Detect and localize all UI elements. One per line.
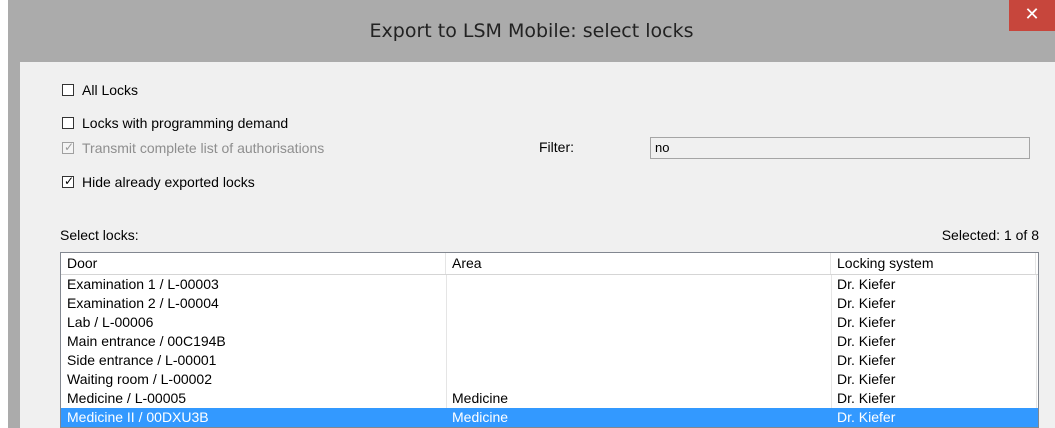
- table-row[interactable]: Side entrance / L-00001 Dr. Kiefer: [61, 351, 1038, 370]
- door-cell: Waiting room / L-00002: [67, 371, 212, 387]
- transmit-authorisations-checkbox: ✓: [62, 140, 75, 154]
- table-row[interactable]: Waiting room / L-00002 Dr. Kiefer: [61, 370, 1038, 389]
- column-header-locking-system[interactable]: Locking system: [831, 253, 1036, 274]
- locking-system-cell: Dr. Kiefer: [837, 409, 896, 425]
- title-bar[interactable]: Export to LSM Mobile: select locks ✕: [8, 0, 1055, 62]
- table-row[interactable]: Examination 1 / L-00003 Dr. Kiefer: [61, 275, 1038, 294]
- dialog-window: Export to LSM Mobile: select locks ✕ All…: [8, 0, 1055, 428]
- column-header-filler: [1036, 253, 1038, 274]
- table-row[interactable]: Main entrance / 00C194B Dr. Kiefer: [61, 332, 1038, 351]
- area-cell: Medicine: [452, 390, 509, 406]
- locking-system-cell: Dr. Kiefer: [837, 333, 896, 349]
- door-cell: Examination 2 / L-00004: [67, 295, 219, 311]
- programming-demand-label: Locks with programming demand: [82, 115, 289, 131]
- check-icon: ✓: [63, 140, 75, 154]
- filter-field[interactable]: no: [650, 137, 1030, 159]
- area-cell: [446, 351, 831, 370]
- area-cell: [446, 275, 831, 294]
- locking-system-cell: Dr. Kiefer: [837, 295, 896, 311]
- column-header-area[interactable]: Area: [446, 253, 831, 274]
- door-cell: Examination 1 / L-00003: [67, 276, 219, 292]
- locking-system-cell: Dr. Kiefer: [837, 276, 896, 292]
- column-header-door[interactable]: Door: [61, 253, 446, 274]
- area-cell: [446, 332, 831, 351]
- dialog-title: Export to LSM Mobile: select locks: [369, 20, 694, 42]
- transmit-authorisations-label: Transmit complete list of authorisations: [82, 140, 325, 156]
- door-cell: Medicine / L-00005: [67, 390, 187, 406]
- selected-count: Selected: 1 of 8: [941, 227, 1039, 243]
- table-row[interactable]: Lab / L-00006 Dr. Kiefer: [61, 313, 1038, 332]
- all-locks-option[interactable]: All Locks: [62, 81, 138, 99]
- select-locks-label: Select locks:: [60, 227, 139, 243]
- transmit-authorisations-option: ✓ Transmit complete list of authorisatio…: [62, 139, 324, 157]
- dialog-content: All Locks Locks with programming demand …: [20, 62, 1055, 428]
- all-locks-checkbox[interactable]: [62, 84, 74, 96]
- check-icon: ✓: [63, 174, 75, 188]
- table-row[interactable]: Examination 2 / L-00004 Dr. Kiefer: [61, 294, 1038, 313]
- table-row[interactable]: Medicine / L-00005 Medicine Dr. Kiefer: [61, 389, 1038, 408]
- locks-list[interactable]: Door Area Locking system Examination 1 /…: [60, 252, 1039, 428]
- all-locks-label: All Locks: [82, 82, 139, 98]
- locking-system-cell: Dr. Kiefer: [837, 352, 896, 368]
- door-cell: Side entrance / L-00001: [67, 352, 217, 368]
- close-icon: ✕: [1024, 4, 1040, 25]
- hide-exported-label: Hide already exported locks: [82, 174, 255, 190]
- programming-demand-option[interactable]: Locks with programming demand: [62, 114, 288, 132]
- door-cell: Lab / L-00006: [67, 314, 154, 330]
- hide-exported-checkbox[interactable]: ✓: [62, 174, 75, 188]
- hide-exported-option[interactable]: ✓ Hide already exported locks: [62, 173, 255, 191]
- programming-demand-checkbox[interactable]: [62, 117, 74, 129]
- area-cell: Medicine: [452, 409, 509, 425]
- door-cell: Medicine II / 00DXU3B: [67, 409, 209, 425]
- area-cell: [446, 313, 831, 332]
- table-row-selected[interactable]: Medicine II / 00DXU3B Medicine Dr. Kiefe…: [61, 408, 1038, 427]
- filter-label: Filter:: [539, 139, 574, 155]
- locking-system-cell: Dr. Kiefer: [837, 371, 896, 387]
- locking-system-cell: Dr. Kiefer: [837, 390, 896, 406]
- area-cell: [446, 294, 831, 313]
- close-button[interactable]: ✕: [1009, 0, 1055, 31]
- locking-system-cell: Dr. Kiefer: [837, 314, 896, 330]
- door-cell: Main entrance / 00C194B: [67, 333, 226, 349]
- list-header: Door Area Locking system: [61, 253, 1038, 275]
- area-cell: [446, 370, 831, 389]
